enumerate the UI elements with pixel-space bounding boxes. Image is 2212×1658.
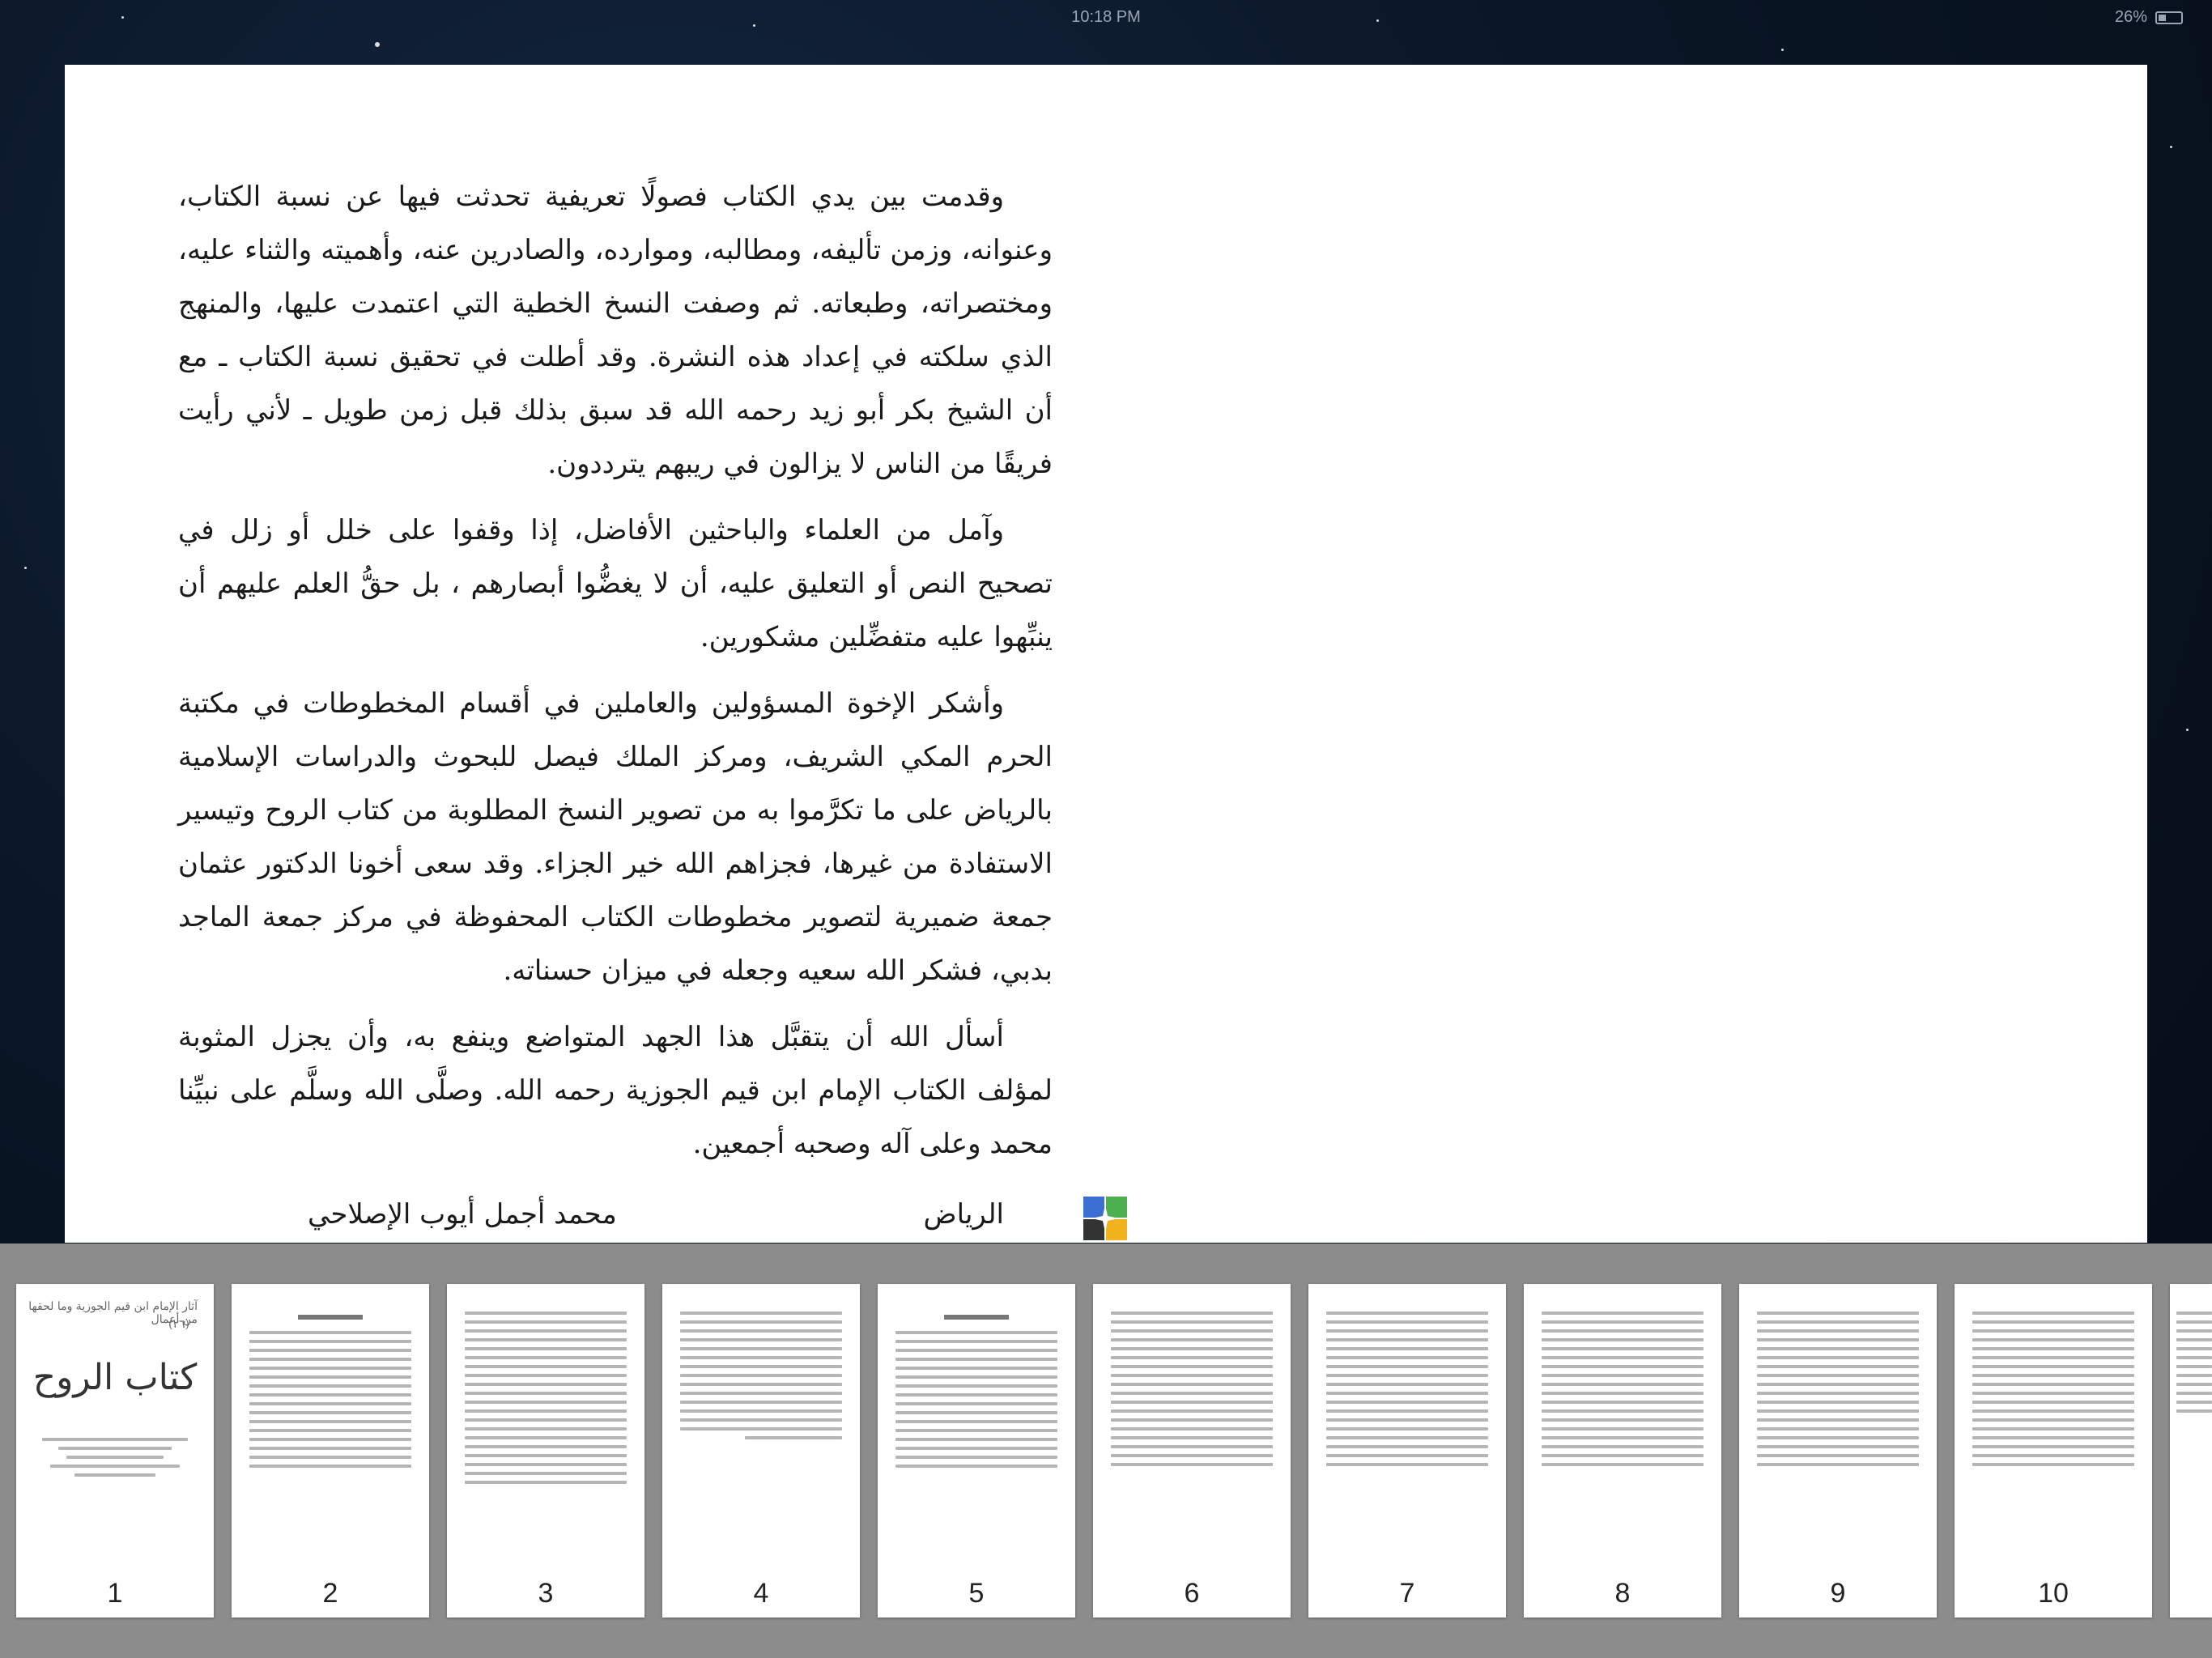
star (1781, 49, 1784, 51)
thumbnail-page-4[interactable]: 4 (662, 1284, 860, 1618)
signature-line: الرياض محمد أجمل أيوب الإصلاحي (308, 1198, 1004, 1231)
status-bar: 10:18 PM 26% (0, 0, 2212, 32)
status-time: 10:18 PM (1071, 8, 1141, 26)
page-text: وقدمت بين يدي الكتاب فصولًا تعريفية تحدث… (178, 170, 1053, 1184)
thumbnail-number: 3 (538, 1578, 554, 1609)
app-logo-icon[interactable] (1083, 1197, 1127, 1240)
thumbnail-number: 4 (753, 1578, 769, 1609)
paragraph: وآمل من العلماء والباحثين الأفاضل، إذا و… (178, 514, 1053, 653)
star (2170, 146, 2172, 148)
thumbnail-number: 8 (1614, 1578, 1631, 1609)
thumbnail-page-8[interactable]: 8 (1524, 1284, 1721, 1618)
thumbnail-page-10[interactable]: 10 (1955, 1284, 2152, 1618)
paragraph: وأشكر الإخوة المسؤولين والعاملين في أقسا… (178, 687, 1053, 987)
thumbnail-heading (944, 1315, 1009, 1320)
cover-series-number: (٢٦) (168, 1318, 189, 1331)
thumbnail-number: 2 (322, 1578, 338, 1609)
thumbnail-page-1[interactable]: آثار الإمام ابن قيم الجوزية وما لحقها من… (16, 1284, 214, 1618)
book-page[interactable]: وقدمت بين يدي الكتاب فصولًا تعريفية تحدث… (65, 65, 2147, 1243)
star (24, 567, 27, 569)
thumbnail-page-9[interactable]: 9 (1739, 1284, 1937, 1618)
cover-title: كتاب الروح (32, 1357, 198, 1398)
signature-place: الرياض (923, 1198, 1005, 1231)
battery-percent: 26% (2114, 8, 2147, 26)
thumbnail-page-7[interactable]: 7 (1308, 1284, 1506, 1618)
thumbnail-heading (298, 1315, 363, 1320)
star (2186, 729, 2189, 731)
paragraph: وقدمت بين يدي الكتاب فصولًا تعريفية تحدث… (178, 181, 1053, 480)
battery-icon (2155, 11, 2183, 24)
thumbnail-number: 1 (107, 1578, 123, 1609)
paragraph: أسأل الله أن يتقبَّل هذا الجهد المتواضع … (178, 1021, 1053, 1160)
signature-name: محمد أجمل أيوب الإصلاحي (308, 1198, 617, 1231)
thumbnail-number: 9 (1830, 1578, 1846, 1609)
thumbnail-page-11-partial[interactable] (2170, 1284, 2212, 1618)
battery-indicator: 26% (2115, 8, 2183, 27)
thumbnail-number: 7 (1399, 1578, 1415, 1609)
thumbnail-strip[interactable]: آثار الإمام ابن قيم الجوزية وما لحقها من… (0, 1244, 2212, 1658)
thumbnail-page-6[interactable]: 6 (1093, 1284, 1291, 1618)
thumbnail-number: 6 (1184, 1578, 1200, 1609)
thumbnail-number: 10 (2038, 1578, 2069, 1609)
thumbnail-page-5[interactable]: 5 (878, 1284, 1075, 1618)
star (375, 42, 380, 47)
thumbnail-page-3[interactable]: 3 (447, 1284, 644, 1618)
thumbnail-page-2[interactable]: 2 (232, 1284, 429, 1618)
thumbnail-number: 5 (968, 1578, 985, 1609)
